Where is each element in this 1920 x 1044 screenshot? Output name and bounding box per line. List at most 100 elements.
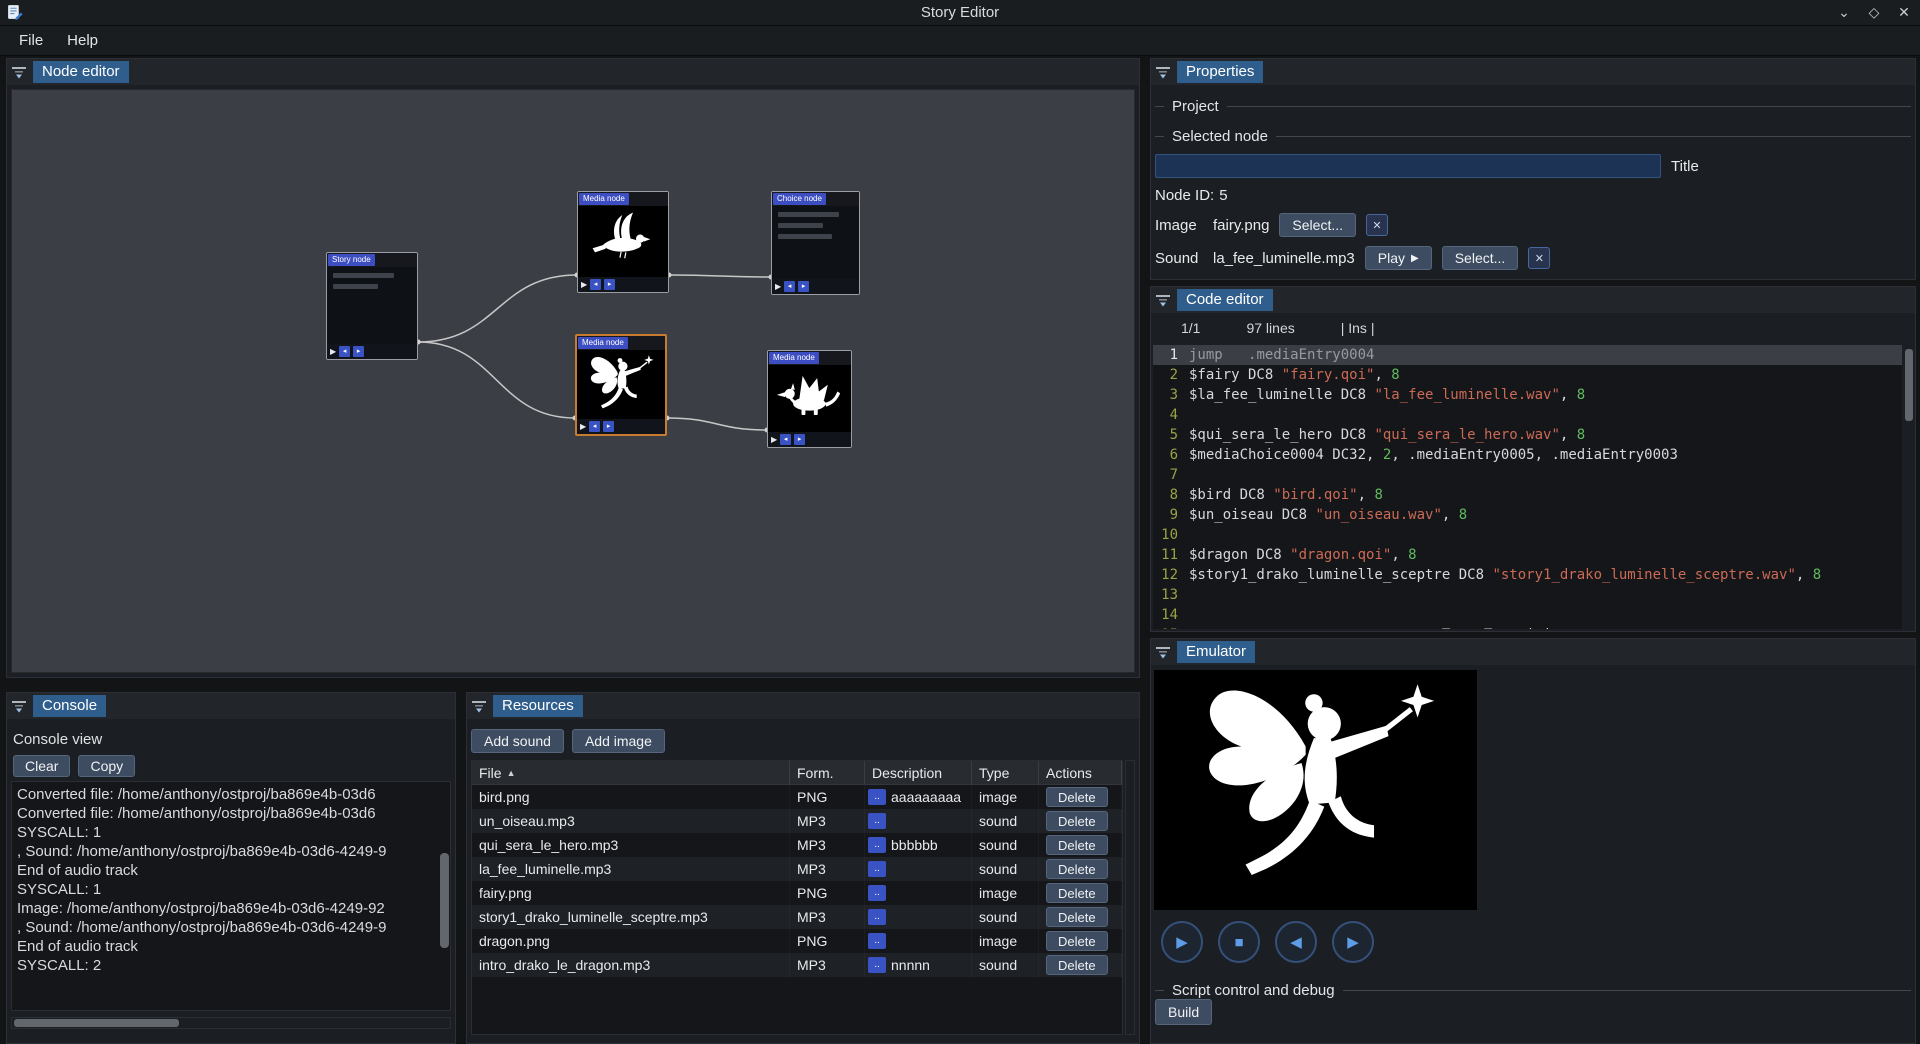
node-prev-button[interactable]: ◂ bbox=[590, 279, 601, 290]
node-play-icon[interactable]: ▶ bbox=[580, 421, 586, 432]
dock-float-icon[interactable] bbox=[1155, 64, 1171, 80]
table-row[interactable]: bird.pngPNG..aaaaaaaaaimageDelete bbox=[472, 785, 1122, 809]
close-button[interactable]: ✕ bbox=[1896, 4, 1912, 21]
console-hscrollbar[interactable] bbox=[11, 1017, 451, 1029]
dock-float-icon[interactable] bbox=[1155, 292, 1171, 308]
code-line[interactable]: 2$fairy DC8 "fairy.qoi", 8 bbox=[1153, 365, 1902, 385]
delete-button[interactable]: Delete bbox=[1046, 931, 1108, 951]
dock-float-icon[interactable] bbox=[11, 64, 27, 80]
description-edit-button[interactable]: .. bbox=[868, 933, 886, 949]
node-next-button[interactable]: ▸ bbox=[604, 279, 615, 290]
clear-button[interactable]: Clear bbox=[13, 755, 70, 777]
code-line[interactable]: 10 bbox=[1153, 525, 1902, 545]
scrollbar-handle[interactable] bbox=[14, 1019, 179, 1027]
code-line[interactable]: 14 bbox=[1153, 605, 1902, 625]
delete-button[interactable]: Delete bbox=[1046, 907, 1108, 927]
description-edit-button[interactable]: .. bbox=[868, 885, 886, 901]
node-prev-button[interactable]: ◂ bbox=[784, 281, 795, 292]
node-next-button[interactable]: ▸ bbox=[798, 281, 809, 292]
code-line[interactable]: 9$un_oiseau DC8 "un_oiseau.wav", 8 bbox=[1153, 505, 1902, 525]
table-row[interactable]: intro_drako_le_dragon.mp3MP3..nnnnnsound… bbox=[472, 953, 1122, 977]
node-dragon[interactable]: Media node▶◂▸ bbox=[767, 350, 852, 448]
sound-play-button[interactable]: Play ▶ bbox=[1365, 246, 1432, 270]
node-choice[interactable]: Choice node▶◂▸ bbox=[771, 191, 860, 295]
dock-float-icon[interactable] bbox=[11, 698, 27, 714]
build-button[interactable]: Build bbox=[1155, 999, 1212, 1025]
code-line[interactable]: 8$bird DC8 "bird.qoi", 8 bbox=[1153, 485, 1902, 505]
code-line[interactable]: 15 --------------- Text Transition -----… bbox=[1153, 625, 1902, 629]
table-row[interactable]: la_fee_luminelle.mp3MP3..soundDelete bbox=[472, 857, 1122, 881]
node-prev-button[interactable]: ◂ bbox=[339, 346, 350, 357]
node-next-button[interactable]: ▸ bbox=[353, 346, 364, 357]
dock-float-icon[interactable] bbox=[1155, 644, 1171, 660]
maximize-button[interactable]: ◇ bbox=[1866, 4, 1882, 21]
menu-help[interactable]: Help bbox=[56, 28, 109, 53]
resources-table: File▲ Form. Description Type Actions bir… bbox=[471, 760, 1123, 1035]
image-select-button[interactable]: Select... bbox=[1279, 213, 1356, 237]
column-header-type[interactable]: Type bbox=[972, 761, 1039, 784]
sound-clear-button[interactable]: ✕ bbox=[1528, 247, 1550, 269]
node-prev-button[interactable]: ◂ bbox=[589, 421, 600, 432]
delete-button[interactable]: Delete bbox=[1046, 787, 1108, 807]
description-edit-button[interactable]: .. bbox=[868, 789, 886, 805]
play-button[interactable]: ▶ bbox=[1161, 921, 1203, 963]
column-header-actions[interactable]: Actions bbox=[1039, 761, 1122, 784]
dock-float-icon[interactable] bbox=[471, 698, 487, 714]
code-line[interactable]: 1jump .mediaEntry0004 bbox=[1153, 345, 1902, 365]
add-image-button[interactable]: Add image bbox=[572, 729, 665, 753]
code-area[interactable]: 1jump .mediaEntry00042$fairy DC8 "fairy.… bbox=[1153, 345, 1902, 629]
code-scrollbar[interactable] bbox=[1904, 345, 1914, 629]
copy-button[interactable]: Copy bbox=[78, 755, 135, 777]
title-input[interactable] bbox=[1155, 154, 1661, 178]
step-forward-button[interactable]: ▶ bbox=[1332, 921, 1374, 963]
node-next-button[interactable]: ▸ bbox=[794, 434, 805, 445]
code-line[interactable]: 7 bbox=[1153, 465, 1902, 485]
description-edit-button[interactable]: .. bbox=[868, 909, 886, 925]
code-line[interactable]: 4 bbox=[1153, 405, 1902, 425]
table-row[interactable]: dragon.pngPNG..imageDelete bbox=[472, 929, 1122, 953]
node-play-icon[interactable]: ▶ bbox=[330, 346, 336, 357]
node-play-icon[interactable]: ▶ bbox=[581, 279, 587, 290]
column-header-file[interactable]: File▲ bbox=[472, 761, 790, 784]
stop-button[interactable]: ■ bbox=[1218, 921, 1260, 963]
code-line[interactable]: 6$mediaChoice0004 DC32, 2, .mediaEntry00… bbox=[1153, 445, 1902, 465]
console-vscrollbar[interactable] bbox=[440, 853, 449, 949]
resources-scrollbar[interactable] bbox=[1125, 760, 1135, 1035]
scrollbar-handle[interactable] bbox=[1905, 349, 1913, 421]
node-canvas[interactable]: Story node▶◂▸ Media node▶◂▸ Choice node▶◂▸… bbox=[11, 89, 1135, 673]
code-line[interactable]: 13 bbox=[1153, 585, 1902, 605]
table-row[interactable]: qui_sera_le_hero.mp3MP3..bbbbbbsoundDele… bbox=[472, 833, 1122, 857]
description-edit-button[interactable]: .. bbox=[868, 837, 886, 853]
node-next-button[interactable]: ▸ bbox=[603, 421, 614, 432]
description-edit-button[interactable]: .. bbox=[868, 813, 886, 829]
description-edit-button[interactable]: .. bbox=[868, 861, 886, 877]
code-line[interactable]: 11$dragon DC8 "dragon.qoi", 8 bbox=[1153, 545, 1902, 565]
node-bird[interactable]: Media node▶◂▸ bbox=[577, 191, 669, 293]
delete-button[interactable]: Delete bbox=[1046, 835, 1108, 855]
node-play-icon[interactable]: ▶ bbox=[775, 281, 781, 292]
code-line[interactable]: 5$qui_sera_le_hero DC8 "qui_sera_le_hero… bbox=[1153, 425, 1902, 445]
delete-button[interactable]: Delete bbox=[1046, 883, 1108, 903]
node-play-icon[interactable]: ▶ bbox=[771, 434, 777, 445]
description-edit-button[interactable]: .. bbox=[868, 957, 886, 973]
step-back-button[interactable]: ◀ bbox=[1275, 921, 1317, 963]
code-line[interactable]: 3$la_fee_luminelle DC8 "la_fee_luminelle… bbox=[1153, 385, 1902, 405]
menu-file[interactable]: File bbox=[8, 28, 54, 53]
column-header-description[interactable]: Description bbox=[865, 761, 972, 784]
code-line[interactable]: 12$story1_drako_luminelle_sceptre DC8 "s… bbox=[1153, 565, 1902, 585]
sound-select-button[interactable]: Select... bbox=[1442, 246, 1519, 270]
column-header-format[interactable]: Form. bbox=[790, 761, 865, 784]
add-sound-button[interactable]: Add sound bbox=[471, 729, 564, 753]
image-clear-button[interactable]: ✕ bbox=[1366, 214, 1388, 236]
delete-button[interactable]: Delete bbox=[1046, 811, 1108, 831]
node-fairy[interactable]: Media node▶◂▸ bbox=[575, 334, 667, 436]
console-log[interactable]: Converted file: /home/anthony/ostproj/ba… bbox=[11, 781, 451, 1011]
table-row[interactable]: story1_drako_luminelle_sceptre.mp3MP3..s… bbox=[472, 905, 1122, 929]
delete-button[interactable]: Delete bbox=[1046, 859, 1108, 879]
table-row[interactable]: fairy.pngPNG..imageDelete bbox=[472, 881, 1122, 905]
node-prev-button[interactable]: ◂ bbox=[780, 434, 791, 445]
node-story[interactable]: Story node▶◂▸ bbox=[326, 252, 418, 360]
shade-button[interactable]: ⌄ bbox=[1836, 4, 1852, 21]
delete-button[interactable]: Delete bbox=[1046, 955, 1108, 975]
table-row[interactable]: un_oiseau.mp3MP3..soundDelete bbox=[472, 809, 1122, 833]
